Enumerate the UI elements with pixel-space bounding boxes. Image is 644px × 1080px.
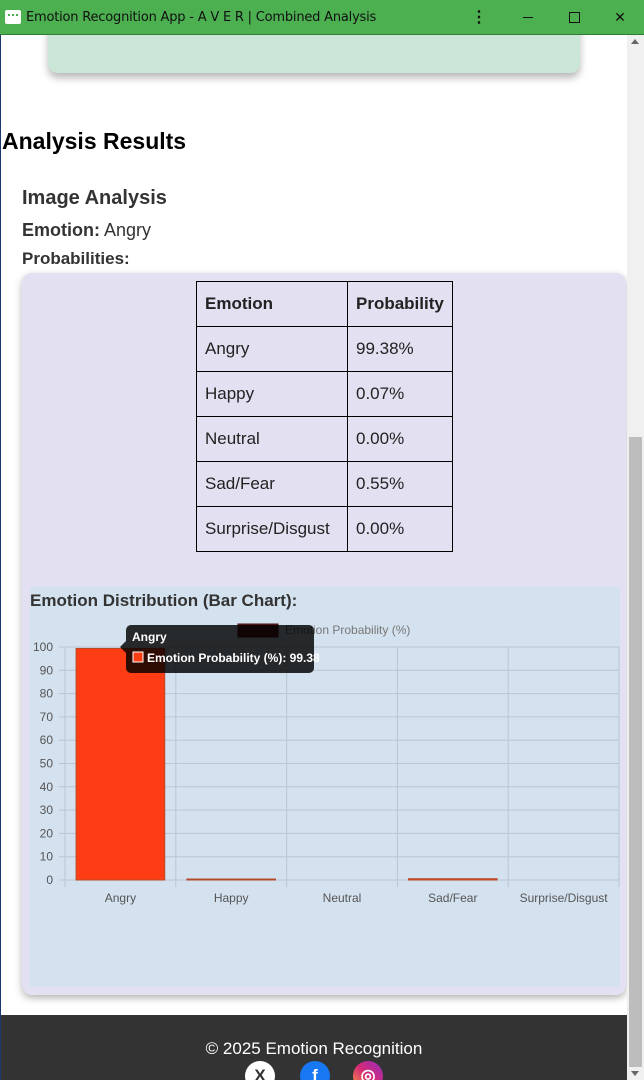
tooltip-text: Emotion Probability (%): 99.38 [147,651,320,665]
image-analysis-heading: Image Analysis [22,187,167,209]
table-cell-probability: 99.38% [347,326,453,372]
x-tick-label: Neutral [323,891,362,905]
bar-happy [186,878,277,881]
bar-angry [75,647,166,881]
y-tick-label: 50 [40,757,54,771]
table-cell-emotion: Surprise/Disgust [196,506,348,552]
table-cell-probability: 0.00% [347,416,453,462]
x-tick-label: Angry [105,891,136,905]
bar-sad-fear [407,878,498,881]
table-cell-emotion: Angry [196,326,348,372]
probabilities-table: Emotion Probability Angry 99.38% Happy 0… [196,281,453,552]
y-tick-label: 40 [40,780,54,794]
instagram-icon[interactable]: ◎ [353,1061,383,1080]
analysis-results-heading: Analysis Results [2,128,187,154]
y-tick-label: 20 [40,826,54,840]
app-icon [5,10,21,24]
vertical-scrollbar[interactable] [627,35,644,1080]
y-tick-label: 0 [46,873,53,887]
emotion-label: Emotion: [22,220,100,240]
scrollbar-thumb[interactable] [629,437,642,1067]
minimize-icon[interactable] [505,0,551,35]
y-tick-label: 90 [40,663,54,677]
x-twitter-icon[interactable]: X [245,1061,275,1080]
y-tick-label: 60 [40,733,54,747]
upload-card [48,35,580,73]
x-tick-label: Sad/Fear [428,891,477,905]
probabilities-label: Probabilities: [22,249,130,268]
table-cell-emotion: Sad/Fear [196,461,348,507]
x-tick-label: Happy [214,891,249,905]
maximize-icon[interactable] [551,0,597,35]
probabilities-card: Emotion Probability Angry 99.38% Happy 0… [22,273,626,995]
tooltip-swatch [132,651,144,663]
table-row: Surprise/Disgust 0.00% [196,506,453,552]
copyright-text: © 2025 Emotion Recognition [205,1039,423,1058]
more-vertical-icon[interactable]: ⋮ [456,0,502,35]
table-row: Happy 0.07% [196,371,453,417]
y-tick-label: 10 [40,850,54,864]
table-row: Angry 99.38% [196,326,453,372]
scroll-up-arrow-icon[interactable] [631,39,639,44]
table-cell-probability: 0.00% [347,506,453,552]
table-row: Sad/Fear 0.55% [196,461,453,507]
bar-chart-container: Emotion Distribution (Bar Chart): 0 10 20 3… [30,587,620,987]
table-cell-probability: 0.07% [347,371,453,417]
tooltip-title: Angry [132,630,167,644]
emotion-result: Emotion: Angry [22,220,151,241]
table-header-row: Emotion Probability [196,281,453,327]
bar-chart[interactable]: 0 10 20 30 40 50 60 70 80 90 100 Angry Happy Neutral S… [30,587,620,987]
window-title: Emotion Recognition App - A V E R | Comb… [26,10,377,25]
column-header-emotion: Emotion [196,281,348,327]
y-tick-label: 70 [40,710,54,724]
window-titlebar: Emotion Recognition App - A V E R | Comb… [0,0,644,35]
scroll-down-arrow-icon[interactable] [631,1071,639,1076]
y-tick-label: 100 [33,640,53,654]
table-cell-emotion: Neutral [196,416,348,462]
y-tick-label: 30 [40,803,54,817]
footer: © 2025 Emotion Recognition X f ◎ [1,1015,627,1080]
table-cell-probability: 0.55% [347,461,453,507]
close-icon[interactable]: ✕ [597,0,643,35]
emotion-value: Angry [104,220,152,240]
y-tick-label: 80 [40,687,54,701]
page-content: Analysis Results Image Analysis Emotion:… [0,35,644,1080]
x-tick-label: Surprise/Disgust [520,891,609,905]
facebook-icon[interactable]: f [300,1061,330,1080]
table-cell-emotion: Happy [196,371,348,417]
table-row: Neutral 0.00% [196,416,453,462]
column-header-probability: Probability [347,281,453,327]
